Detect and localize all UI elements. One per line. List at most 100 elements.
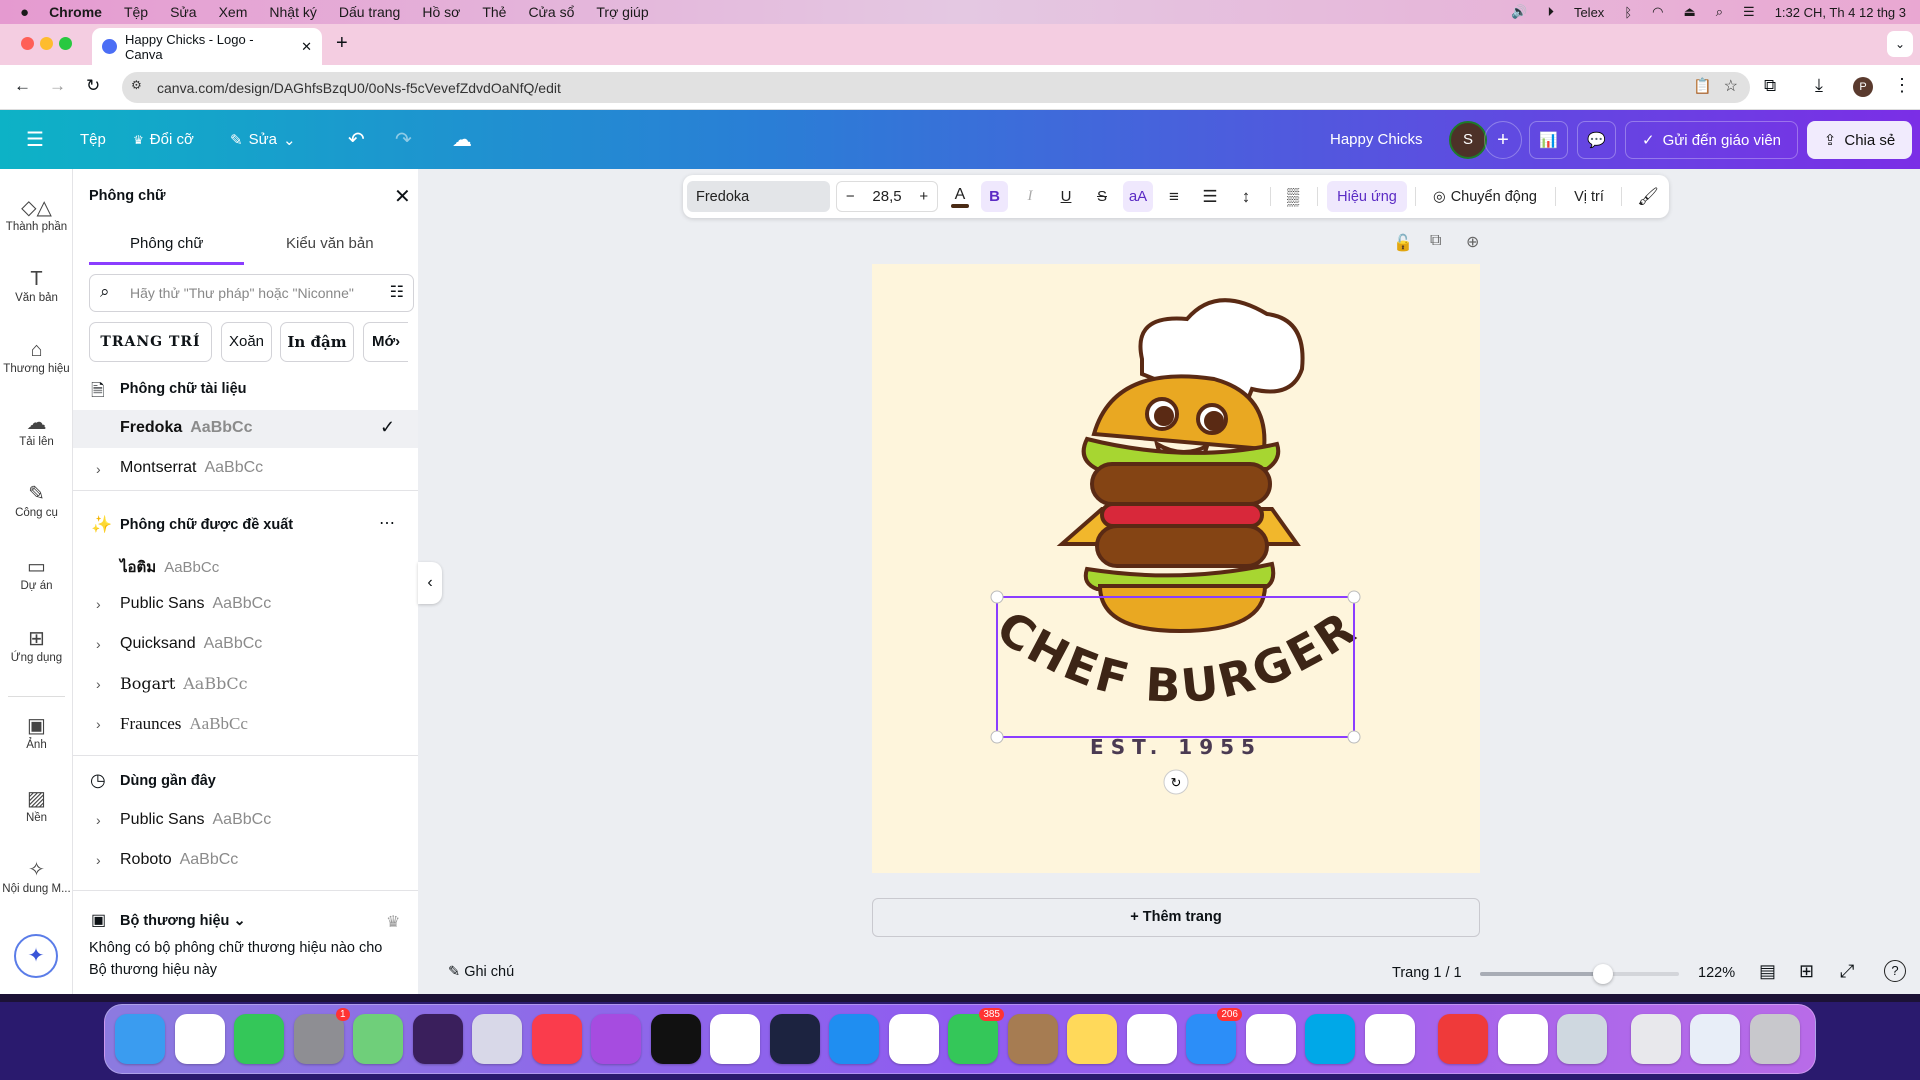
chip-curly[interactable]: Xoăn	[221, 322, 272, 362]
browser-tab[interactable]: Happy Chicks - Logo - Canva ✕	[92, 28, 322, 65]
dock-app-skype[interactable]	[1305, 1014, 1355, 1064]
animate-button[interactable]: ◎ Chuyển động	[1425, 181, 1545, 212]
expand-chevron-icon[interactable]: ›	[96, 676, 101, 692]
send-to-teacher-button[interactable]: ✓ Gửi đến giáo viên	[1625, 121, 1798, 159]
font-family-select[interactable]: Fredoka	[687, 181, 830, 212]
rail-background[interactable]: ▨ Nền	[0, 786, 73, 824]
wifi-icon[interactable]: ◠	[1652, 4, 1663, 20]
duplicate-page-icon[interactable]: ⧉	[1430, 232, 1441, 250]
clipboard-icon[interactable]: 📋	[1693, 77, 1712, 95]
expand-chevron-icon[interactable]: ›	[96, 812, 101, 828]
tab-search-chevron-icon[interactable]: ⌄	[1887, 31, 1913, 57]
apple-icon[interactable]: ●	[20, 4, 29, 21]
menu-item[interactable]: Xem	[219, 4, 248, 20]
dock-app-vbee[interactable]	[1364, 1014, 1415, 1064]
decrease-size-button[interactable]: −	[846, 188, 855, 205]
add-page-button[interactable]: + Thêm trang	[872, 898, 1480, 937]
magic-assistant-button[interactable]: ✦	[14, 934, 58, 978]
eject-icon[interactable]: ⏏	[1683, 4, 1695, 20]
letter-case-button[interactable]: aA	[1123, 181, 1153, 212]
dock-app-apple-tv[interactable]	[650, 1014, 701, 1064]
add-collaborator-button[interactable]: +	[1484, 121, 1522, 159]
dock-app-facetime[interactable]	[234, 1014, 284, 1064]
close-tab-icon[interactable]: ✕	[301, 39, 312, 55]
bold-button[interactable]: B	[981, 181, 1008, 212]
increase-size-button[interactable]: +	[919, 188, 928, 205]
menu-item[interactable]: Dấu trang	[339, 4, 400, 20]
dock-app-messages[interactable]: 385	[948, 1008, 1004, 1064]
cloud-saved-icon[interactable]: ☁	[452, 110, 472, 169]
dock-app-trash[interactable]	[1749, 1014, 1800, 1064]
transparency-icon[interactable]: ▒	[1280, 181, 1306, 212]
notes-button[interactable]: ✎ Ghi chú	[448, 964, 514, 980]
rail-elements[interactable]: ◇△ Thành phần	[0, 195, 73, 233]
font-size-stepper[interactable]: − 28,5 +	[836, 181, 938, 212]
zoom-window-button[interactable]	[59, 37, 72, 50]
dock-app-zalo[interactable]	[1497, 1014, 1548, 1064]
add-page-icon[interactable]: ⊕	[1466, 232, 1479, 252]
font-fredoka[interactable]: Fredoka AaBbCc	[120, 419, 252, 437]
dock-app-music[interactable]	[531, 1014, 582, 1064]
dock-app-anydesk[interactable]	[1438, 1014, 1488, 1064]
font-item[interactable]: Fraunces AaBbCc	[120, 714, 248, 734]
brand-kit-heading[interactable]: Bộ thương hiệu ⌄	[120, 913, 246, 929]
address-bar[interactable]: ⚙ canva.com/design/DAGhfsBzqU0/0oNs-f5cV…	[122, 72, 1750, 103]
control-center-icon[interactable]: ☰	[1743, 4, 1755, 20]
share-button[interactable]: ⇪ Chia sẻ	[1807, 121, 1912, 159]
position-button[interactable]: Vị trí	[1565, 181, 1613, 212]
dock-app-notes[interactable]	[1067, 1014, 1117, 1064]
menu-item[interactable]: Nhật ký	[269, 4, 316, 20]
edit-mode-button[interactable]: ✎ Sửa ⌄	[230, 110, 296, 169]
resize-handle[interactable]	[1347, 590, 1361, 604]
font-item[interactable]: Roboto AaBbCc	[120, 851, 238, 869]
menu-item[interactable]: Thẻ	[482, 4, 506, 20]
bookmark-star-icon[interactable]: ☆	[1724, 76, 1738, 96]
menu-item[interactable]: Cửa sổ	[528, 4, 574, 20]
back-icon[interactable]: ←	[14, 76, 31, 96]
extensions-icon[interactable]: ⧉	[1764, 76, 1776, 96]
chip-decorative[interactable]: TRANG TRÍ	[89, 322, 212, 362]
dock-app-system-settings[interactable]: 1	[293, 1008, 350, 1064]
chip-bold[interactable]: In đậm	[280, 322, 354, 362]
tab-text-styles[interactable]: Kiểu văn bản	[286, 235, 374, 252]
menu-item[interactable]: Sửa	[170, 4, 197, 20]
resize-handle[interactable]	[1347, 730, 1361, 744]
dock-app-finder[interactable]	[115, 1014, 165, 1064]
search-icon[interactable]: ⌕	[1716, 4, 1723, 20]
tab-fonts[interactable]: Phông chữ	[130, 235, 203, 252]
grid-view-icon[interactable]: ⊞	[1799, 961, 1814, 982]
collapse-panel-button[interactable]: ‹	[418, 562, 442, 604]
dock-app-contacts[interactable]	[1007, 1014, 1058, 1064]
expand-chevron-icon[interactable]: ›	[96, 636, 101, 652]
more-menu-icon[interactable]: ⋮	[1893, 75, 1911, 96]
zoom-slider-thumb[interactable]	[1593, 964, 1614, 984]
filter-sliders-icon[interactable]: ☷	[390, 282, 404, 302]
paint-format-icon[interactable]: 🖌	[1635, 181, 1661, 212]
rail-text[interactable]: T Văn bản	[0, 266, 73, 304]
fullscreen-icon[interactable]: ⤢	[1840, 961, 1854, 982]
dock-app-preview[interactable]	[1557, 1014, 1607, 1064]
dock-app-font-app[interactable]	[769, 1014, 820, 1064]
expand-chevron-icon[interactable]: ›	[96, 461, 101, 477]
dock-app-chrome[interactable]	[174, 1014, 225, 1064]
dock-app-photos[interactable]	[888, 1014, 939, 1064]
volume-icon[interactable]: 🔊	[1511, 4, 1527, 20]
play-icon[interactable]: ⏵	[1547, 4, 1554, 20]
rail-photos[interactable]: ▣ Ảnh	[0, 713, 73, 751]
lock-icon[interactable]: 🔓	[1393, 233, 1413, 253]
dock-app-podcasts[interactable]	[591, 1014, 641, 1064]
design-title[interactable]: Happy Chicks	[1330, 110, 1423, 169]
forward-icon[interactable]: →	[49, 76, 66, 96]
resize-handle[interactable]	[990, 730, 1004, 744]
bluetooth-icon[interactable]: ᛒ	[1624, 5, 1632, 20]
font-search-input[interactable]: ⌕ Hãy thử "Thư pháp" hoặc "Niconne" ☷	[89, 274, 414, 312]
font-montserrat[interactable]: Montserrat AaBbCc	[120, 459, 263, 477]
dock-app-siri[interactable]	[412, 1014, 463, 1064]
strikethrough-button[interactable]: S	[1089, 181, 1115, 212]
dock-app-app-store[interactable]	[829, 1014, 879, 1064]
comment-icon[interactable]: 💬	[1577, 121, 1616, 159]
insights-chart-icon[interactable]: 📊	[1529, 121, 1568, 159]
resize-handle[interactable]	[990, 590, 1004, 604]
font-item[interactable]: Public Sans AaBbCc	[120, 595, 271, 613]
rail-brand[interactable]: ⌂ Thương hiệu	[0, 337, 73, 375]
